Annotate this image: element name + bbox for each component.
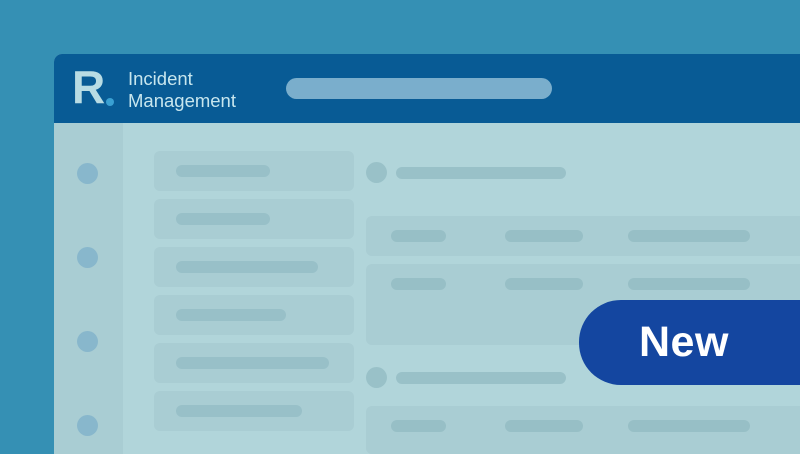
incident-list-item[interactable]	[154, 343, 354, 383]
sidebar-rail	[54, 123, 123, 454]
list-item-text-placeholder	[176, 213, 270, 225]
table-cell-placeholder	[505, 420, 583, 432]
sidebar-nav-icon[interactable]	[77, 163, 98, 184]
list-item-text-placeholder	[176, 405, 302, 417]
sidebar-nav-icon[interactable]	[77, 331, 98, 352]
incident-list-item[interactable]	[154, 391, 354, 431]
incident-list-item[interactable]	[154, 151, 354, 191]
app-title-line-2: Management	[128, 90, 236, 111]
table-cell-placeholder	[391, 278, 446, 290]
section-avatar-icon	[366, 367, 387, 388]
table-cell-placeholder	[391, 420, 446, 432]
table-cell-placeholder	[628, 278, 750, 290]
header-bar: R Incident Management	[54, 54, 800, 123]
list-item-text-placeholder	[176, 309, 286, 321]
section-title-placeholder	[396, 167, 566, 179]
column-header-placeholder	[391, 230, 446, 242]
app-title-line-1: Incident	[128, 68, 193, 89]
column-header-placeholder	[505, 230, 583, 242]
column-header-placeholder	[628, 230, 750, 242]
incident-list-item[interactable]	[154, 247, 354, 287]
incident-list-item[interactable]	[154, 199, 354, 239]
table-header-row	[366, 216, 800, 256]
sidebar-nav-icon[interactable]	[77, 415, 98, 436]
search-input[interactable]	[286, 78, 552, 99]
new-badge: New	[579, 300, 800, 385]
logo-dot-icon	[106, 98, 114, 106]
section-title-placeholder	[396, 372, 566, 384]
list-item-text-placeholder	[176, 165, 270, 177]
app-logo[interactable]: R	[72, 64, 105, 110]
table-cell-placeholder	[505, 278, 583, 290]
app-title: Incident Management	[128, 68, 236, 112]
list-item-text-placeholder	[176, 357, 329, 369]
sidebar-nav-icon[interactable]	[77, 247, 98, 268]
incident-list-item[interactable]	[154, 295, 354, 335]
list-item-text-placeholder	[176, 261, 318, 273]
section-avatar-icon	[366, 162, 387, 183]
app-window: R Incident Management	[54, 54, 800, 454]
table-cell-placeholder	[628, 420, 750, 432]
table-row[interactable]	[366, 406, 800, 454]
